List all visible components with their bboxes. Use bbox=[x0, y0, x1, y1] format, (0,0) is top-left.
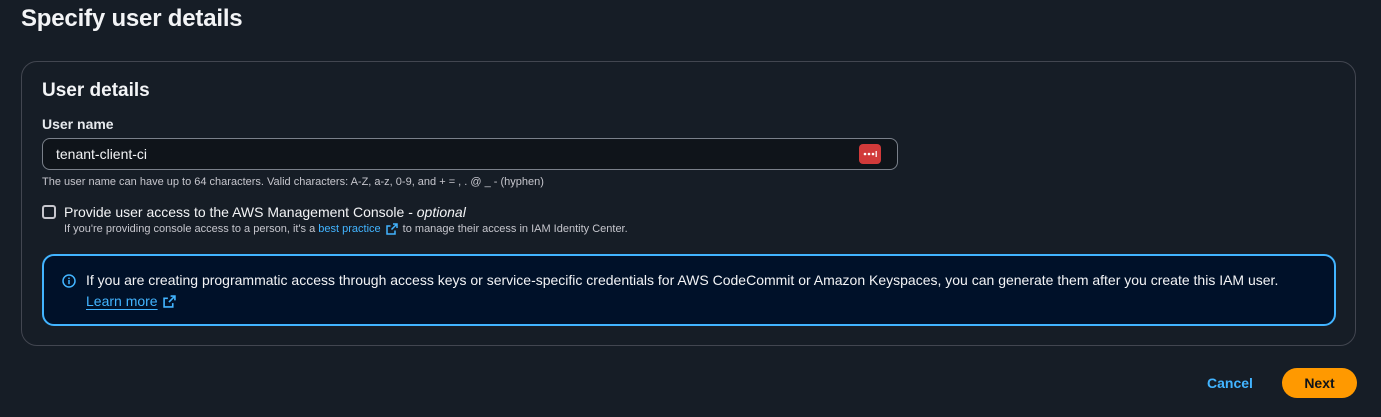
username-label: User name bbox=[42, 116, 114, 132]
cancel-button[interactable]: Cancel bbox=[1192, 368, 1268, 398]
console-access-desc-suffix: to manage their access in IAM Identity C… bbox=[402, 223, 628, 235]
console-access-description: If you're providing console access to a … bbox=[64, 223, 628, 235]
password-manager-icon[interactable] bbox=[859, 144, 881, 164]
username-value[interactable]: tenant-client-ci bbox=[56, 146, 897, 162]
external-link-icon[interactable] bbox=[385, 223, 398, 235]
best-practice-link[interactable]: best practice bbox=[318, 223, 380, 235]
page-title: Specify user details bbox=[21, 5, 243, 32]
user-details-panel: User details User name tenant-client-ci … bbox=[21, 61, 1356, 346]
learn-more-label[interactable]: Learn more bbox=[86, 291, 158, 312]
learn-more-link[interactable]: Learn more bbox=[86, 291, 181, 312]
info-icon bbox=[62, 274, 76, 288]
panel-title: User details bbox=[42, 80, 150, 101]
console-access-label-main[interactable]: Provide user access to the AWS Managemen… bbox=[64, 204, 417, 220]
console-access-checkbox[interactable] bbox=[42, 205, 56, 219]
info-text: If you are creating programmatic access … bbox=[86, 272, 1279, 288]
page: Specify user details User details User n… bbox=[0, 0, 1381, 417]
console-access-desc-prefix: If you're providing console access to a … bbox=[64, 223, 316, 235]
info-alert: If you are creating programmatic access … bbox=[42, 254, 1336, 326]
username-constraint-text: The user name can have up to 64 characte… bbox=[42, 176, 544, 188]
username-input[interactable]: tenant-client-ci bbox=[42, 138, 898, 170]
optional-tag: optional bbox=[416, 204, 466, 220]
external-link-icon[interactable] bbox=[162, 295, 176, 308]
console-access-option: Provide user access to the AWS Managemen… bbox=[42, 204, 628, 235]
next-button[interactable]: Next bbox=[1282, 368, 1357, 398]
console-access-text: Provide user access to the AWS Managemen… bbox=[64, 204, 628, 235]
info-content: If you are creating programmatic access … bbox=[86, 270, 1278, 324]
console-access-label[interactable]: Provide user access to the AWS Managemen… bbox=[64, 204, 628, 220]
